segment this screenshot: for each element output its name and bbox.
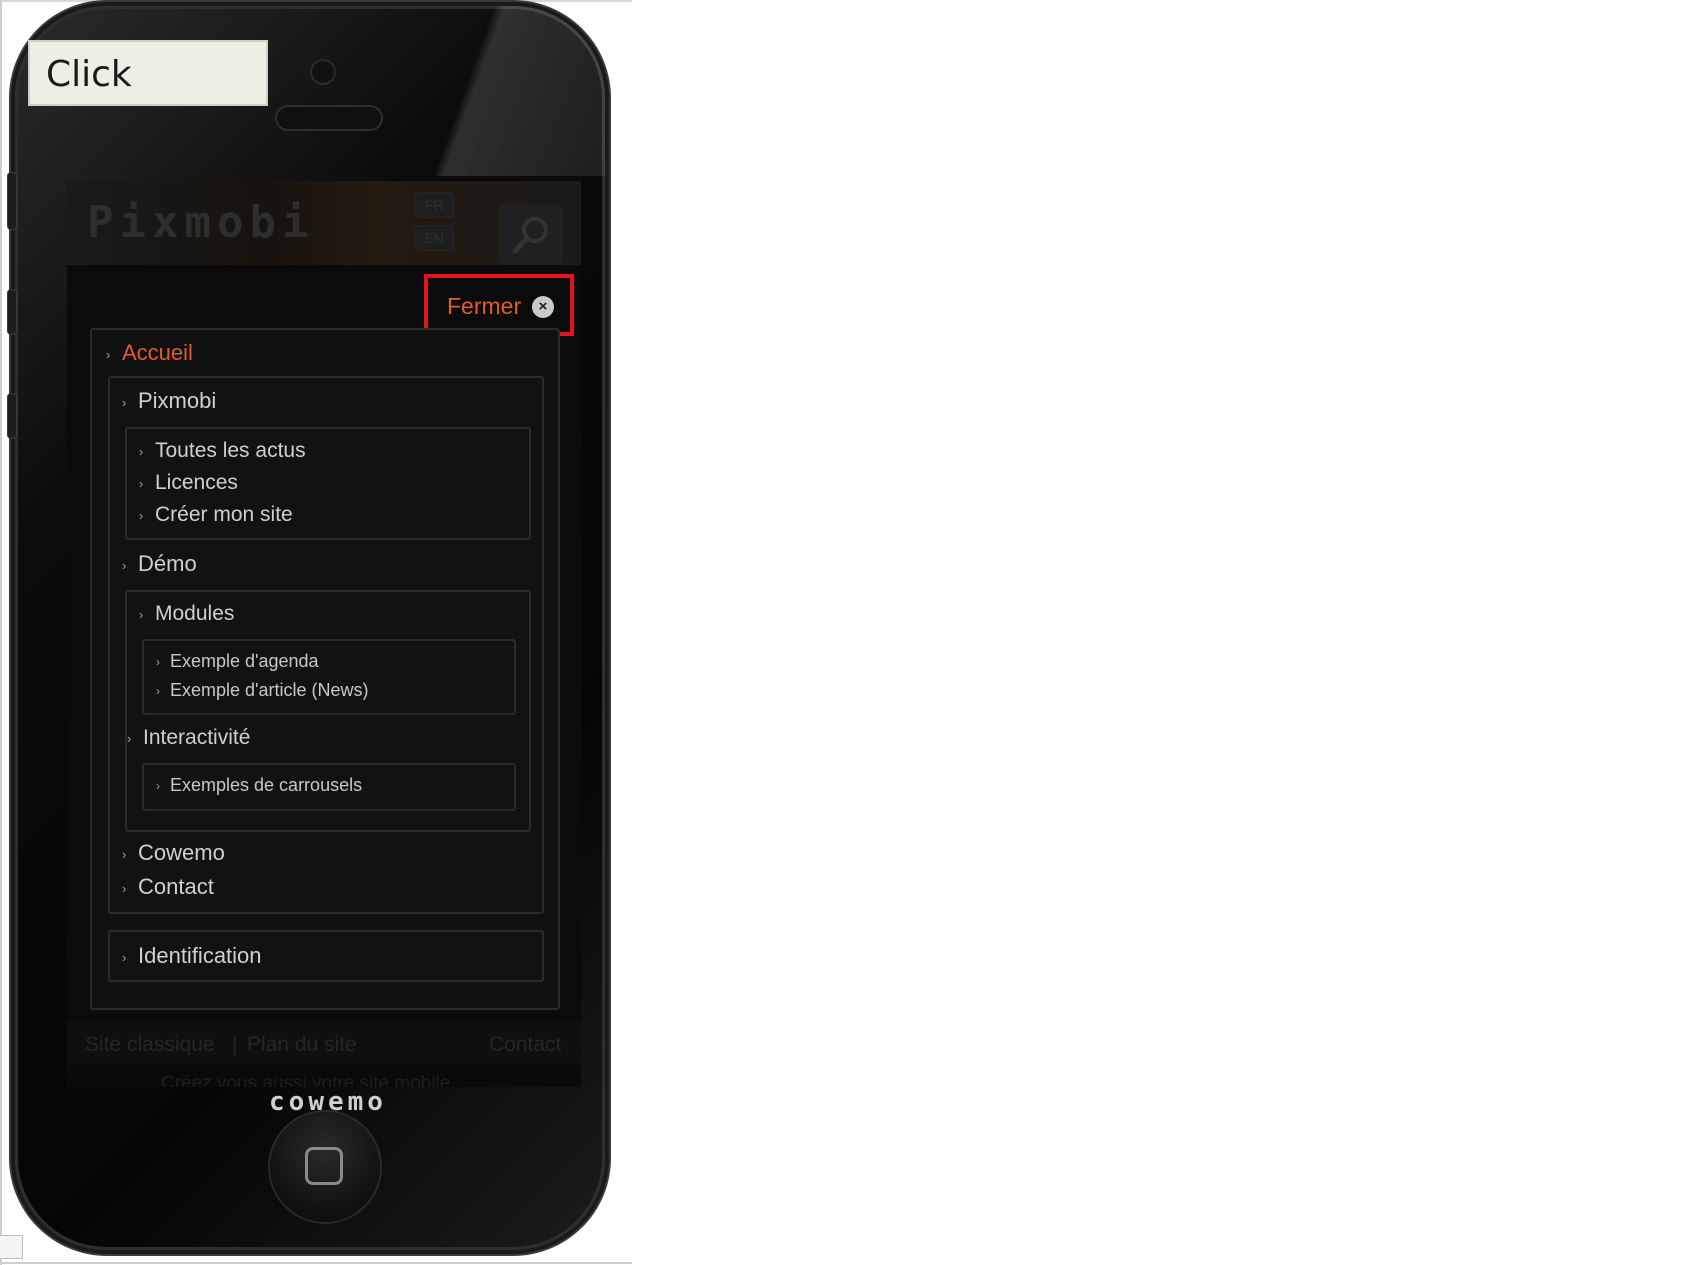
menu-item-label: Exemple d'article (News)	[170, 680, 369, 700]
pixmobi-logo[interactable]: Pixmobi	[87, 197, 314, 248]
chevron-right-icon: ›	[127, 730, 132, 746]
submenu-interactivite: › Exemples de carrousels	[142, 763, 516, 811]
footer-link-site-classique[interactable]: Site classique	[85, 1033, 215, 1057]
corner-tab	[0, 1235, 23, 1259]
chevron-right-icon: ›	[122, 557, 127, 573]
menu-item-modules[interactable]: › Modules	[139, 602, 234, 626]
menu-panel: › Accueil › Pixmobi › Toutes les actus › Lic…	[90, 328, 560, 1010]
menu-item-label: Pixmobi	[138, 388, 217, 413]
search-icon	[512, 217, 548, 254]
close-menu-button[interactable]: Fermer	[447, 293, 521, 320]
phone-screen: Pixmobi FR EN Fermer × › Accueil › Pixmo…	[67, 181, 581, 1087]
menu-item-exemples-carrousels[interactable]: › Exemples de carrousels	[156, 775, 362, 796]
footer-credit: Créez vous aussi votre site mobile	[161, 1073, 451, 1087]
language-en-button[interactable]: EN	[414, 225, 454, 251]
navigation-menu-overlay: Fermer × › Accueil › Pixmobi › Toutes les a	[67, 265, 581, 1021]
menu-item-licences[interactable]: › Licences	[139, 471, 238, 495]
mute-switch	[8, 173, 16, 229]
menu-item-label: Accueil	[122, 340, 193, 365]
volume-down-button	[8, 394, 16, 438]
chevron-right-icon: ›	[122, 880, 127, 896]
menu-item-label: Exemples de carrousels	[170, 775, 363, 795]
menu-item-pixmobi[interactable]: › Pixmobi	[122, 388, 216, 414]
menu-item-accueil[interactable]: › Accueil	[106, 340, 193, 366]
earpiece-speaker	[277, 107, 381, 129]
menu-item-label: Exemple d'agenda	[170, 651, 319, 671]
submenu-accueil: › Pixmobi › Toutes les actus › Licences › Cr…	[108, 376, 544, 914]
menu-item-label: Démo	[138, 551, 197, 576]
menu-item-label: Licences	[155, 471, 238, 494]
menu-item-label: Contact	[138, 874, 214, 899]
menu-item-label: Modules	[155, 602, 235, 625]
menu-item-toutes-les-actus[interactable]: › Toutes les actus	[139, 439, 306, 463]
close-menu-highlight[interactable]: Fermer ×	[424, 274, 574, 336]
search-button[interactable]	[499, 203, 563, 265]
submenu-modules: › Exemple d'agenda › Exemple d'article (Ne…	[142, 639, 516, 715]
chevron-right-icon: ›	[122, 846, 127, 862]
front-camera	[312, 61, 334, 83]
volume-up-button	[8, 290, 16, 334]
menu-item-label: Créer mon site	[155, 503, 293, 526]
chevron-right-icon: ›	[139, 475, 144, 491]
chevron-right-icon: ›	[156, 655, 160, 670]
menu-item-contact[interactable]: › Contact	[122, 874, 214, 900]
menu-item-demo[interactable]: › Démo	[122, 551, 197, 577]
menu-item-label: Cowemo	[138, 840, 225, 865]
left-divider	[0, 0, 2, 1265]
chevron-right-icon: ›	[106, 346, 111, 362]
chevron-right-icon: ›	[139, 507, 144, 523]
menu-item-creer-mon-site[interactable]: › Créer mon site	[139, 503, 293, 527]
footer-link-plan-du-site[interactable]: Plan du site	[247, 1033, 357, 1057]
site-footer: Site classique | Plan du site Contact	[67, 1021, 581, 1065]
click-callout: Click	[28, 40, 268, 106]
menu-item-exemple-article[interactable]: › Exemple d'article (News)	[156, 680, 369, 701]
menu-item-cowemo[interactable]: › Cowemo	[122, 840, 225, 866]
chevron-right-icon: ›	[122, 949, 127, 965]
close-icon[interactable]: ×	[532, 296, 554, 318]
menu-item-exemple-agenda[interactable]: › Exemple d'agenda	[156, 651, 319, 672]
app-header: Pixmobi FR EN	[67, 181, 581, 265]
identification-box: › Identification	[108, 930, 544, 982]
submenu-demo: › Modules › Exemple d'agenda › Exemple d'ar…	[125, 590, 531, 832]
bottom-divider	[0, 1262, 632, 1264]
menu-item-label: Toutes les actus	[155, 439, 306, 462]
menu-item-label: Identification	[138, 943, 262, 968]
submenu-pixmobi: › Toutes les actus › Licences › Créer mon s…	[125, 427, 531, 540]
chevron-right-icon: ›	[139, 443, 144, 459]
menu-item-interactivite[interactable]: › Interactivité	[127, 726, 250, 750]
chevron-right-icon: ›	[139, 606, 144, 622]
language-fr-button[interactable]: FR	[414, 192, 454, 218]
footer-separator: |	[232, 1033, 238, 1056]
chevron-right-icon: ›	[156, 684, 160, 699]
menu-item-identification[interactable]: › Identification	[122, 943, 262, 969]
chevron-right-icon: ›	[122, 394, 127, 410]
footer-link-contact[interactable]: Contact	[489, 1033, 561, 1057]
phone-frame: Pixmobi FR EN Fermer × › Accueil › Pixmo…	[15, 6, 605, 1250]
menu-item-label: Interactivité	[143, 726, 251, 749]
home-square-icon	[305, 1147, 343, 1185]
callout-text: Click	[46, 54, 132, 95]
screenshot-canvas: Pixmobi FR EN Fermer × › Accueil › Pixmo…	[0, 0, 1687, 1265]
top-divider	[0, 0, 632, 2]
chevron-right-icon: ›	[156, 779, 160, 794]
